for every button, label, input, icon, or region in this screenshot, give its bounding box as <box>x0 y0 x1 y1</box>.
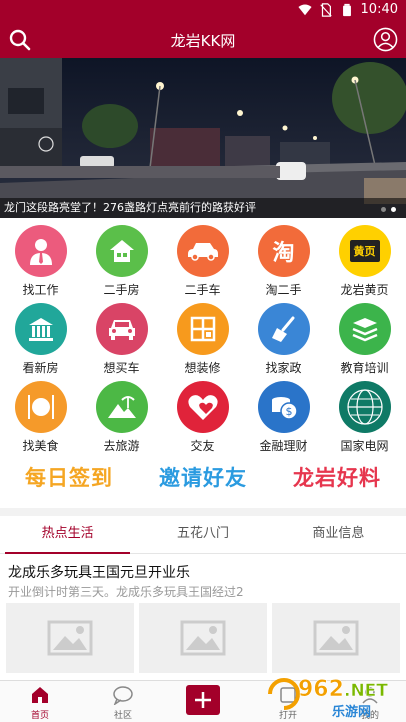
category-label: 找美食 <box>22 439 59 453</box>
category-finance[interactable]: $ 金融理财 <box>243 376 324 453</box>
books-icon <box>338 303 391 355</box>
user-profile-icon[interactable] <box>373 27 398 52</box>
watermark-icon: 962 .NET 乐游网 <box>268 677 389 720</box>
content-tabs: 热点生活 五花八门 商业信息 <box>0 516 406 554</box>
carousel-dots <box>381 207 396 212</box>
svg-text:962: 962 <box>298 677 344 702</box>
category-label: 想买车 <box>103 361 140 375</box>
promo-daily-checkin[interactable]: 每日签到 <box>6 456 132 498</box>
state-grid-logo <box>338 381 391 433</box>
category-label: 看新房 <box>22 361 59 375</box>
article-thumbnails <box>6 603 400 673</box>
category-label: 金融理财 <box>259 439 308 453</box>
app-header: 龙岩KK网 <box>0 22 406 58</box>
status-time: 10:40 <box>360 2 398 17</box>
category-buy-car[interactable]: 想买车 <box>81 298 162 375</box>
svg-text:$: $ <box>285 405 292 418</box>
article-title[interactable]: 龙成乐多玩具王国元旦开业乐 <box>8 562 190 582</box>
nav-community-label: 社区 <box>113 711 132 721</box>
broom-icon <box>257 303 310 355</box>
tab-miscellaneous[interactable]: 五花八门 <box>135 516 270 553</box>
plus-icon <box>195 692 211 708</box>
category-yellow-pages[interactable]: 黄页 龙岩黄页 <box>324 220 405 297</box>
category-used-house[interactable]: 二手房 <box>81 220 162 297</box>
svg-text:乐游网: 乐游网 <box>332 704 371 720</box>
category-label: 淘二手 <box>265 283 302 297</box>
tab-hot-life[interactable]: 热点生活 <box>0 516 135 554</box>
image-placeholder-icon[interactable] <box>272 603 400 673</box>
home-icon <box>32 687 48 703</box>
category-travel[interactable]: 去旅游 <box>81 376 162 453</box>
category-label: 找家政 <box>265 361 302 375</box>
category-label: 教育培训 <box>340 361 389 375</box>
chat-bubble-icon <box>113 686 133 706</box>
image-placeholder-icon[interactable] <box>139 603 267 673</box>
palm-tree-icon <box>95 381 148 433</box>
yellow-pages-icon: 黄页 <box>338 225 391 277</box>
tao-icon: 淘 <box>257 225 310 277</box>
person-tie-icon <box>14 225 67 277</box>
tao-glyph: 淘 <box>272 241 295 266</box>
category-label: 龙岩黄页 <box>340 283 389 297</box>
section-divider <box>0 508 406 516</box>
tab-business-info[interactable]: 商业信息 <box>271 516 406 553</box>
promo-invite-friends[interactable]: 邀请好友 <box>140 456 266 498</box>
category-label: 二手车 <box>184 283 221 297</box>
promo-longyan-news-text: 龙岩好料 <box>293 466 381 490</box>
watermark-logo: 962 .NET 乐游网 <box>262 672 400 720</box>
nav-community[interactable]: 社区 <box>93 685 153 721</box>
window-icon <box>176 303 229 355</box>
category-find-job[interactable]: 找工作 <box>0 220 81 297</box>
battery-icon <box>342 3 351 16</box>
promo-invite-friends-text: 邀请好友 <box>159 466 247 490</box>
status-bar: 10:40 <box>0 0 406 22</box>
category-used-car[interactable]: 二手车 <box>162 220 243 297</box>
category-label: 二手房 <box>103 283 140 297</box>
carousel-dot[interactable] <box>381 207 386 212</box>
category-decoration[interactable]: 想装修 <box>162 298 243 375</box>
no-sim-icon <box>319 2 332 17</box>
promo-daily-checkin-text: 每日签到 <box>25 466 113 490</box>
image-placeholder-icon[interactable] <box>6 603 134 673</box>
car-icon <box>176 225 229 277</box>
post-add-button[interactable] <box>186 685 220 715</box>
category-tao-used[interactable]: 淘 淘二手 <box>243 220 324 297</box>
banner-caption: 龙门这段路亮堂了！276盏路灯点亮前行的路获好评 <box>0 198 406 218</box>
nav-home[interactable]: 首页 <box>10 685 70 721</box>
cutlery-icon <box>14 381 67 433</box>
category-education[interactable]: 教育培训 <box>324 298 405 375</box>
car-front-icon <box>95 303 148 355</box>
category-label: 国家电网 <box>340 439 389 453</box>
category-label: 交友 <box>190 439 215 453</box>
category-state-grid[interactable]: 国家电网 <box>324 376 405 453</box>
coin-icon: $ <box>257 381 310 433</box>
category-food[interactable]: 找美食 <box>0 376 81 453</box>
category-label: 找工作 <box>22 283 59 297</box>
nav-home-label: 首页 <box>30 711 49 721</box>
banner-carousel[interactable]: 龙门这段路亮堂了！276盏路灯点亮前行的路获好评 <box>0 58 406 218</box>
category-new-house[interactable]: 看新房 <box>0 298 81 375</box>
carousel-dot-active[interactable] <box>391 207 396 212</box>
category-label: 想装修 <box>184 361 221 375</box>
category-label: 去旅游 <box>103 439 140 453</box>
heart-icon <box>176 381 229 433</box>
category-housekeeping[interactable]: 找家政 <box>243 298 324 375</box>
article-summary: 开业倒计时第三天。龙成乐多玩具王国经过2 <box>8 585 244 599</box>
yellow-pages-glyph: 黄页 <box>349 240 380 262</box>
wifi-icon <box>297 4 312 15</box>
page-title: 龙岩KK网 <box>170 32 236 50</box>
promo-longyan-news[interactable]: 龙岩好料 <box>274 456 400 498</box>
category-dating[interactable]: 交友 <box>162 376 243 453</box>
banner-image <box>0 58 406 218</box>
svg-text:.NET: .NET <box>344 681 388 701</box>
house-icon <box>95 225 148 277</box>
building-icon <box>14 303 67 355</box>
